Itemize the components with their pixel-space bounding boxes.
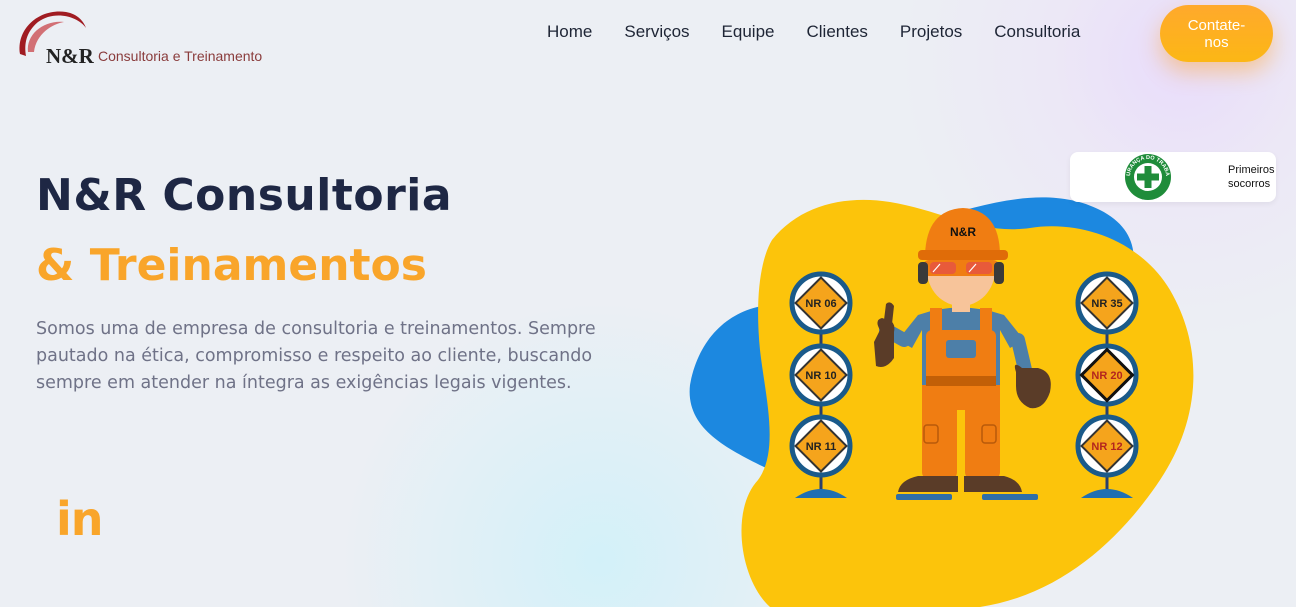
nav-equipe[interactable]: Equipe [706, 22, 791, 42]
linkedin-icon[interactable]: in [56, 496, 104, 542]
helmet-label: N&R [950, 225, 976, 239]
first-aid-label: Primeiros socorros [1228, 164, 1275, 190]
brand-logo[interactable]: N&R Consultoria e Treinamento [14, 4, 294, 68]
nav-home[interactable]: Home [531, 22, 608, 42]
contact-button[interactable]: Contate-nos [1160, 5, 1273, 62]
sign-nr35: NR 35 [1075, 271, 1139, 335]
sign-nr12: NR 12 [1075, 414, 1139, 478]
hero-subtitle: & Treinamentos [36, 240, 427, 291]
sign-nr35-label: NR 35 [1091, 298, 1122, 310]
hero-description: Somos uma de empresa de consultoria e tr… [36, 319, 596, 393]
nav-projetos[interactable]: Projetos [884, 22, 978, 42]
first-aid-cross-icon: SEGURANÇA DO TRABALHO [1122, 153, 1171, 200]
nav-clientes[interactable]: Clientes [790, 22, 883, 42]
sign-nr20-label: NR 20 [1091, 370, 1122, 382]
nav-consultoria[interactable]: Consultoria [978, 22, 1096, 42]
sign-nr06: NR 06 [789, 271, 853, 335]
logo-text: Consultoria e Treinamento [98, 48, 263, 64]
sign-nr20: NR 20 [1075, 343, 1139, 407]
main-nav: Home Serviços Equipe Clientes Projetos C… [531, 22, 1096, 42]
sign-post-left: NR 06 NR 10 NR 11 [789, 271, 853, 498]
first-aid-badge: SEGURANÇA DO TRABALHO Primeiros socorros [1070, 152, 1276, 202]
hero-illustration: NR 06 NR 10 NR 11 NR 35 NR 20 NR 12 N&R [689, 197, 1194, 607]
sign-nr10: NR 10 [789, 343, 853, 407]
sign-nr11: NR 11 [789, 414, 853, 478]
sign-nr11-label: NR 11 [806, 441, 837, 453]
sign-nr12-label: NR 12 [1091, 441, 1122, 453]
sign-nr10-label: NR 10 [805, 370, 836, 382]
sign-nr06-label: NR 06 [805, 298, 836, 310]
logo-mark: N&R [46, 44, 94, 68]
sign-post-right: NR 35 NR 20 NR 12 [1075, 271, 1139, 498]
hero-title: N&R Consultoria [36, 170, 453, 221]
nav-servicos[interactable]: Serviços [608, 22, 705, 42]
